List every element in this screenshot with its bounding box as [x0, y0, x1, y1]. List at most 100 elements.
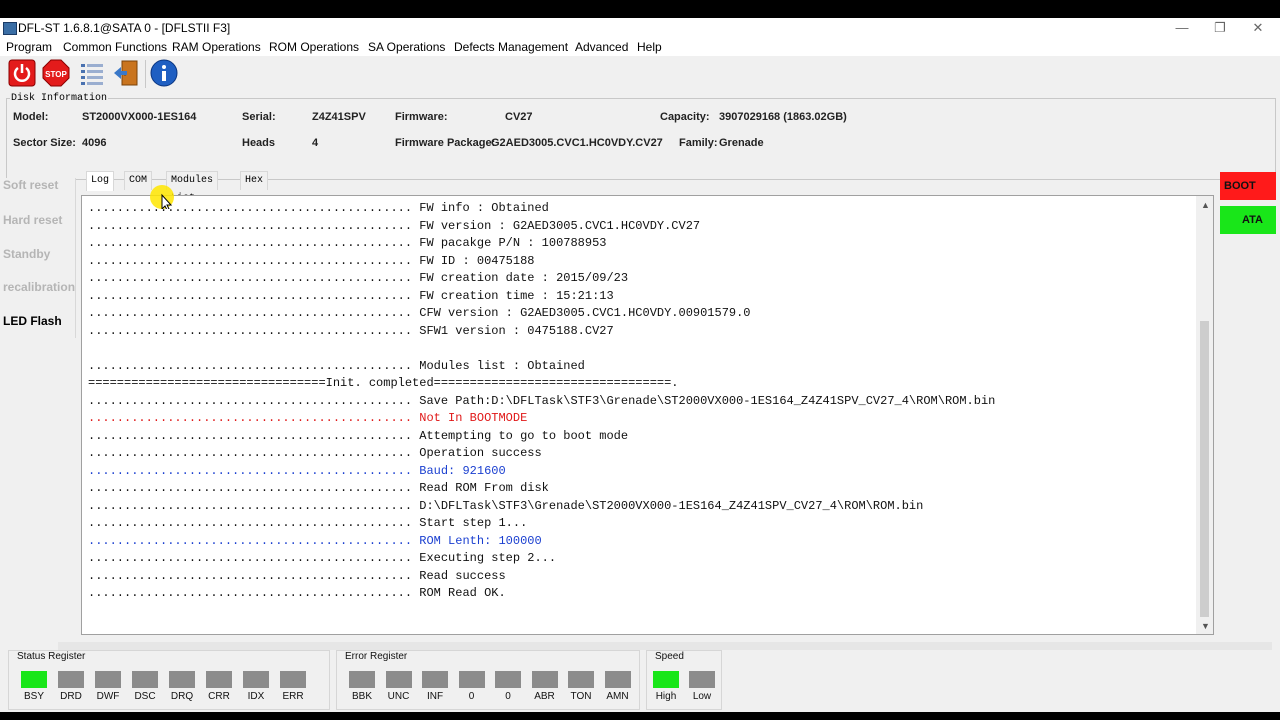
menu-sa-operations[interactable]: SA Operations	[368, 40, 445, 54]
mouse-pointer-icon	[161, 193, 173, 211]
status-register-led-label: DRQ	[170, 691, 194, 702]
status-register-led	[206, 671, 232, 688]
tab-log[interactable]: Log	[86, 171, 115, 191]
speed-group: Speed High Low	[646, 650, 722, 710]
log-line: ........................................…	[88, 568, 506, 583]
standby-button[interactable]: Standby	[3, 247, 50, 261]
hard-reset-button[interactable]: Hard reset	[3, 213, 62, 227]
model-label: Model:	[13, 111, 49, 123]
log-line: ........................................…	[88, 358, 585, 373]
log-line: ........................................…	[88, 446, 542, 460]
tab-com[interactable]: COM	[124, 171, 153, 190]
exit-button[interactable]	[112, 59, 140, 87]
exit-door-icon	[114, 60, 138, 86]
tab-hex[interactable]: Hex	[240, 171, 269, 190]
status-register-led	[169, 671, 195, 688]
log-line: ........................................…	[88, 253, 535, 268]
menu-rom-operations[interactable]: ROM Operations	[269, 40, 359, 54]
status-register-led	[280, 671, 306, 688]
stop-icon: STOP	[42, 59, 70, 87]
firmware-value: CV27	[505, 111, 533, 123]
log-line: ........................................…	[88, 393, 996, 408]
power-icon	[8, 59, 36, 87]
heads-value: 4	[312, 137, 319, 149]
model-value: ST2000VX000-1ES164	[82, 111, 197, 123]
soft-reset-button[interactable]: Soft reset	[3, 178, 58, 192]
error-register-led-label: AMN	[606, 691, 629, 702]
log-line: ........................................…	[88, 551, 557, 565]
log-line: ........................................…	[88, 236, 607, 250]
led-flash-button[interactable]: LED Flash	[3, 314, 62, 328]
firmware-label: Firmware:	[395, 111, 448, 123]
menu-advanced[interactable]: Advanced	[575, 40, 628, 54]
error-register-led	[495, 671, 521, 688]
disk-information-panel: Disk Information Model: ST2000VX000-1ES1…	[6, 93, 1276, 180]
toolbar-separator	[145, 60, 146, 88]
log-line: ........................................…	[88, 288, 614, 303]
status-register-led	[132, 671, 158, 688]
status-register-title: Status Register	[15, 651, 88, 662]
menu-ram-operations[interactable]: RAM Operations	[172, 40, 261, 54]
disk-info-legend: Disk Information	[10, 93, 109, 104]
boot-button[interactable]: BOOT	[1220, 172, 1276, 200]
scroll-up-icon[interactable]: ▲	[1201, 200, 1210, 210]
scroll-down-icon[interactable]: ▼	[1201, 621, 1210, 631]
speed-title: Speed	[653, 651, 686, 662]
recalibration-button[interactable]: recalibration	[3, 280, 75, 294]
minimize-button[interactable]: —	[1164, 19, 1200, 37]
log-vertical-scrollbar[interactable]: ▲ ▼	[1196, 196, 1213, 634]
family-label: Family:	[679, 137, 718, 149]
log-line: =================================Init. c…	[88, 376, 679, 390]
scroll-thumb[interactable]	[1200, 321, 1209, 617]
serial-value: Z4Z41SPV	[312, 111, 366, 123]
error-register-led	[531, 671, 558, 688]
list-button[interactable]	[78, 59, 106, 87]
firmware-package-label: Firmware Package:	[395, 137, 496, 149]
power-button[interactable]	[8, 59, 36, 87]
menu-bar: Program Common Functions RAM Operations …	[0, 38, 1280, 56]
menu-common-functions[interactable]: Common Functions	[63, 40, 167, 54]
left-command-panel: Soft reset Hard reset Standby recalibrat…	[0, 178, 76, 338]
stop-button[interactable]: STOP	[42, 59, 70, 87]
main-window: DFL-ST 1.6.8.1@SATA 0 - [DFLSTII F3] — ❐…	[0, 18, 1280, 712]
toolbar: STOP	[0, 56, 1280, 92]
info-icon	[150, 59, 178, 87]
status-register-led	[243, 671, 269, 688]
stop-icon-text: STOP	[45, 70, 67, 79]
title-bar: DFL-ST 1.6.8.1@SATA 0 - [DFLSTII F3] — ❐…	[0, 18, 1280, 38]
window-title: DFL-ST 1.6.8.1@SATA 0 - [DFLSTII F3]	[18, 21, 231, 35]
status-register-led-label: DRD	[60, 691, 82, 702]
horizontal-scrollbar[interactable]	[58, 642, 1272, 650]
speed-led	[653, 671, 679, 688]
log-line: ........................................…	[88, 481, 549, 495]
status-register-led-label: DSC	[134, 691, 156, 702]
status-register-group: Status Register BSY DRD DWF DSC DRQ CRR IDX ERR	[8, 650, 330, 710]
cursor-highlight	[150, 185, 174, 211]
speed-led	[689, 671, 715, 688]
firmware-package-value: G2AED3005.CVC1.HC0VDY.CV27	[491, 137, 663, 149]
log-line: ........................................…	[88, 533, 542, 548]
close-button[interactable]: ✕	[1240, 19, 1276, 37]
log-line: ........................................…	[88, 463, 506, 478]
ata-button[interactable]: ATA	[1220, 206, 1276, 234]
log-output[interactable]: ........................................…	[81, 195, 1214, 635]
menu-help[interactable]: Help	[637, 40, 662, 54]
menu-program[interactable]: Program	[6, 40, 52, 54]
status-area: Status Register BSY DRD DWF DSC DRQ CRR IDX ERR…	[0, 638, 1280, 712]
restore-button[interactable]: ❐	[1202, 19, 1238, 37]
serial-label: Serial:	[242, 111, 276, 123]
error-register-led	[422, 671, 448, 688]
capacity-label: Capacity:	[660, 111, 710, 123]
error-register-led-label: TON	[570, 691, 592, 702]
status-register-led-label: CRR	[208, 691, 230, 702]
info-button[interactable]	[150, 59, 178, 87]
error-register-led-label: INF	[426, 691, 444, 702]
error-register-led-label: UNC	[387, 691, 410, 702]
log-line: ........................................…	[88, 306, 751, 320]
error-register-group: Error Register BBK UNC INF 0 0 ABR TON AMN	[336, 650, 640, 710]
error-register-led-label: BBK	[351, 691, 372, 702]
status-register-led-label: ERR	[282, 691, 304, 702]
status-register-led	[58, 671, 84, 688]
menu-defects-management[interactable]: Defects Management	[454, 40, 568, 54]
log-line: ........................................…	[88, 428, 629, 443]
